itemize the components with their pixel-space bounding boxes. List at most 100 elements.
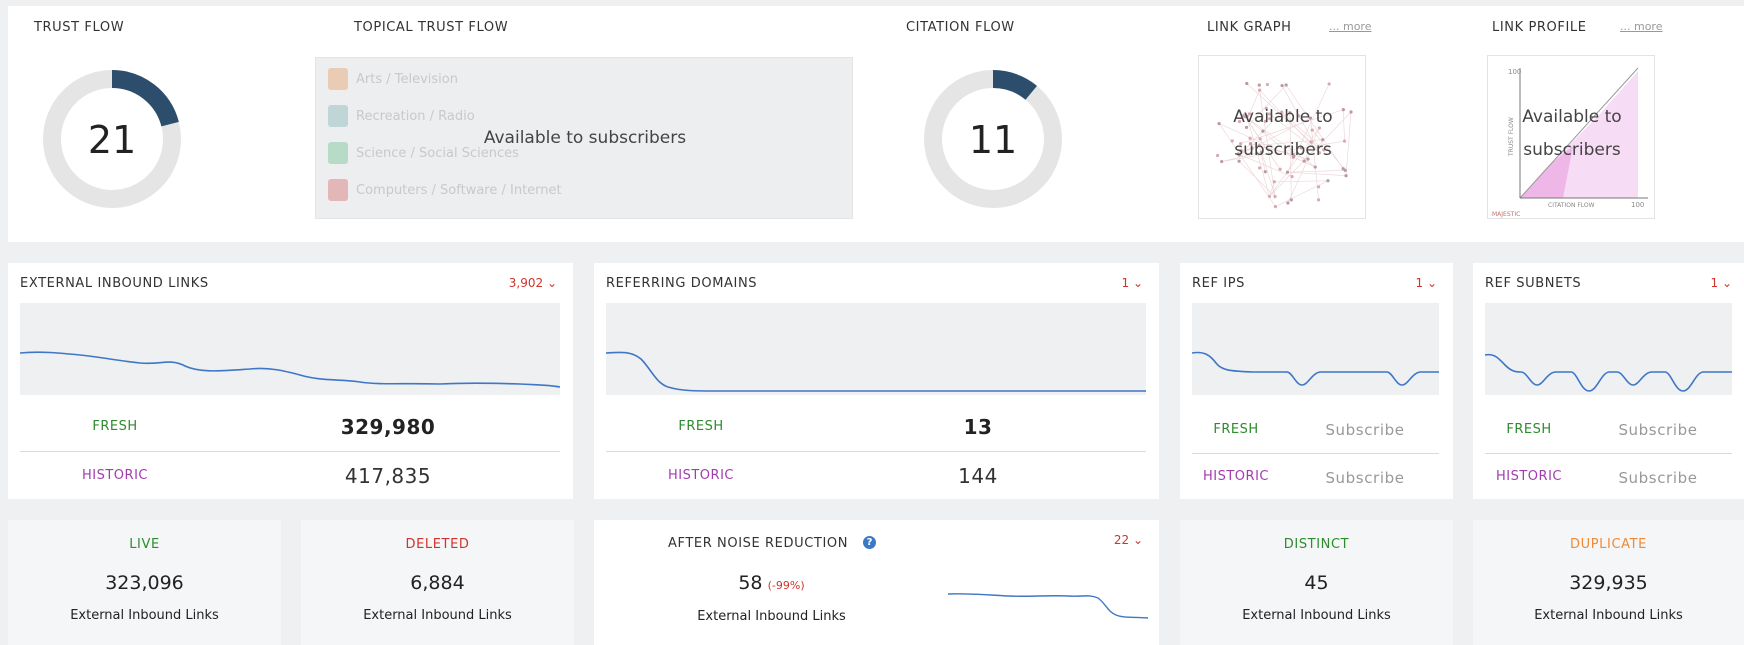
- chevron-down-icon: ⌄: [1132, 533, 1143, 547]
- referring-domains-trend-line: [606, 351, 1146, 392]
- graph-node: [1273, 204, 1277, 209]
- referring-domains-dropdown[interactable]: 1 ⌄: [1121, 276, 1143, 290]
- noise-reduction-value: 58: [738, 572, 763, 594]
- graph-node: [1316, 198, 1321, 202]
- ref-subnets-dropdown[interactable]: 1 ⌄: [1710, 276, 1732, 290]
- graph-node: [1278, 167, 1282, 171]
- dropdown-value: 1: [1710, 276, 1719, 290]
- referring-domains-title: REFERRING DOMAINS: [606, 276, 758, 291]
- link-profile-title: LINK PROFILE: [1492, 20, 1587, 35]
- referring-domains-card: REFERRING DOMAINS 1 ⌄ FRESH 13 HISTORIC …: [594, 263, 1159, 499]
- duplicate-label: DUPLICATE: [1570, 537, 1647, 552]
- divider: [1192, 453, 1439, 454]
- historic-subscribe-link[interactable]: Subscribe: [1300, 469, 1430, 487]
- graph-node: [1245, 81, 1249, 86]
- deleted-links-card[interactable]: DELETED 6,884 External Inbound Links: [301, 520, 574, 645]
- graph-node: [1316, 185, 1321, 189]
- link-graph-more-link[interactable]: ... more: [1329, 20, 1371, 33]
- noise-reduction-sparkline[interactable]: [948, 590, 1148, 630]
- graph-node: [1280, 83, 1284, 88]
- graph-node: [1284, 83, 1288, 87]
- link-graph-thumbnail[interactable]: Available to subscribers: [1198, 55, 1366, 219]
- graph-node: [1267, 194, 1272, 199]
- graph-edge: [1287, 171, 1347, 176]
- citation-flow-value: 11: [969, 118, 1017, 162]
- historic-label: HISTORIC: [82, 468, 148, 483]
- fresh-label: FRESH: [1213, 422, 1259, 437]
- fresh-subscribe-link[interactable]: Subscribe: [1593, 421, 1723, 439]
- distinct-sublabel: External Inbound Links: [1242, 608, 1391, 623]
- graph-node: [1272, 180, 1276, 184]
- noise-reduction-card: AFTER NOISE REDUCTION ? 22 ⌄ 58 (-99%) E…: [594, 520, 1159, 645]
- citation-flow-donut[interactable]: 11: [923, 69, 1063, 209]
- chevron-down-icon: ⌄: [1132, 276, 1143, 290]
- topical-item: Arts / Television: [328, 68, 458, 90]
- ref-ips-dropdown[interactable]: 1 ⌄: [1415, 276, 1437, 290]
- distinct-value: 45: [1304, 572, 1329, 594]
- divider: [20, 451, 560, 452]
- historic-label: HISTORIC: [1496, 469, 1562, 484]
- topic-color-swatch: [328, 68, 348, 90]
- dropdown-value: 1: [1415, 276, 1424, 290]
- topic-color-swatch: [328, 179, 348, 201]
- graph-node: [1286, 201, 1290, 205]
- noise-reduction-dropdown[interactable]: 22 ⌄: [1114, 533, 1143, 547]
- subscribers-overlay: Available to subscribers: [1488, 101, 1654, 167]
- distinct-links-card[interactable]: DISTINCT 45 External Inbound Links: [1180, 520, 1453, 645]
- dropdown-value: 1: [1121, 276, 1130, 290]
- graph-edge: [1287, 170, 1346, 173]
- link-profile-more-link[interactable]: ... more: [1620, 20, 1662, 33]
- graph-node: [1258, 88, 1262, 92]
- ref-ips-chart[interactable]: [1192, 303, 1439, 395]
- noise-reduction-value-row: 58 (-99%): [594, 572, 949, 594]
- citation-flow-title: CITATION FLOW: [906, 20, 1015, 35]
- dropdown-value: 22: [1113, 533, 1130, 547]
- live-label: LIVE: [129, 537, 160, 552]
- subscribers-overlay: Available to subscribers: [483, 128, 687, 148]
- distinct-label: DISTINCT: [1283, 537, 1350, 552]
- graph-node: [1343, 168, 1347, 172]
- divider: [606, 451, 1146, 452]
- link-graph-title: LINK GRAPH: [1207, 20, 1292, 35]
- deleted-label: DELETED: [405, 537, 470, 552]
- live-links-card[interactable]: LIVE 323,096 External Inbound Links: [8, 520, 281, 645]
- link-profile-thumbnail[interactable]: 100 100 CITATION FLOW TRUST FLOW MAJESTI…: [1487, 55, 1655, 219]
- graph-node: [1263, 170, 1267, 174]
- fresh-value: 13: [963, 415, 993, 439]
- graph-node: [1289, 198, 1293, 202]
- duplicate-value: 329,935: [1569, 572, 1648, 594]
- historic-label: HISTORIC: [1203, 469, 1269, 484]
- dropdown-value: 3,902: [508, 276, 544, 290]
- ref-ips-title: REF IPS: [1192, 276, 1245, 291]
- duplicate-links-card[interactable]: DUPLICATE 329,935 External Inbound Links: [1473, 520, 1744, 645]
- topical-trust-flow-title: TOPICAL TRUST FLOW: [354, 20, 509, 35]
- graph-node: [1285, 170, 1290, 174]
- external-links-chart[interactable]: [20, 303, 560, 395]
- ref-subnets-title: REF SUBNETS: [1485, 276, 1582, 291]
- historic-label: HISTORIC: [668, 468, 734, 483]
- graph-node: [1327, 82, 1331, 86]
- tick-100-y: 100: [1508, 68, 1521, 76]
- trust-flow-donut[interactable]: 21: [42, 69, 182, 209]
- noise-reduction-trend-line: [948, 593, 1148, 619]
- live-value: 323,096: [105, 572, 184, 594]
- ref-subnets-card: REF SUBNETS 1 ⌄ FRESH Subscribe HISTORIC…: [1473, 263, 1744, 499]
- historic-subscribe-link[interactable]: Subscribe: [1593, 469, 1723, 487]
- help-icon[interactable]: ?: [863, 536, 876, 549]
- overlay-line: subscribers: [1234, 140, 1332, 160]
- graph-edge: [1274, 180, 1328, 183]
- ref-subnets-chart[interactable]: [1485, 303, 1732, 395]
- fresh-subscribe-link[interactable]: Subscribe: [1300, 421, 1430, 439]
- subscribers-overlay: Available to subscribers: [1199, 101, 1365, 167]
- trust-flow-value: 21: [88, 118, 136, 162]
- chevron-down-icon: ⌄: [1721, 276, 1732, 290]
- graph-node: [1273, 194, 1277, 199]
- graph-node: [1265, 82, 1270, 87]
- external-links-dropdown[interactable]: 3,902 ⌄: [509, 276, 557, 290]
- referring-domains-chart[interactable]: [606, 303, 1146, 395]
- graph-node: [1257, 83, 1261, 87]
- topical-trust-flow-box[interactable]: Arts / Television Recreation / Radio Sci…: [315, 57, 853, 219]
- chevron-down-icon: ⌄: [546, 276, 557, 290]
- graph-edge: [1275, 180, 1329, 207]
- overlay-line: Available to: [1233, 107, 1333, 127]
